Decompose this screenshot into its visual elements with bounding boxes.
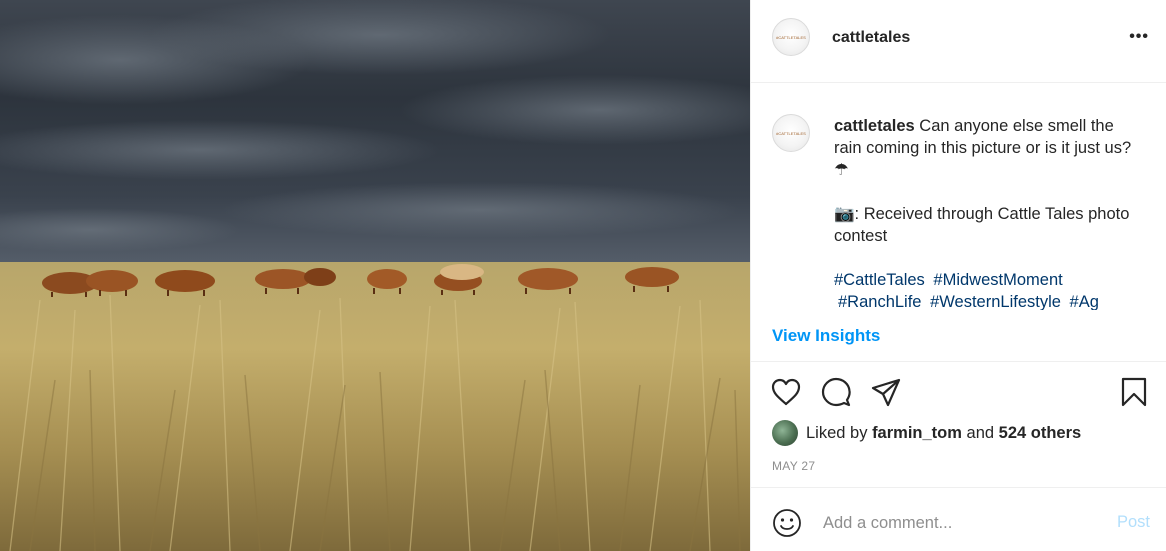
insights-bar: View Insights — [751, 310, 1166, 362]
comment-icon[interactable] — [820, 376, 852, 408]
hashtag-link[interactable]: #MidwestMoment — [933, 271, 1062, 289]
likes-count[interactable]: 524 others — [999, 424, 1082, 443]
send-icon[interactable] — [870, 376, 902, 408]
comment-input[interactable] — [821, 508, 1095, 538]
avatar-logo: #CATTLETALES — [776, 131, 806, 136]
smiley-icon[interactable] — [772, 508, 802, 538]
caption-username[interactable]: cattletales — [834, 117, 915, 135]
post-side-panel: #CATTLETALES cattletales ••• #CATTLETALE… — [750, 0, 1166, 551]
hashtag-link[interactable]: #CattleTales — [834, 271, 925, 289]
caption-text: cattletales Can anyone else smell the ra… — [834, 115, 1134, 310]
hashtag-link[interactable]: #WesternLifestyle — [930, 293, 1061, 310]
likes-middle: and — [966, 423, 995, 442]
svg-text:#CATTLETALES: #CATTLETALES — [776, 131, 806, 136]
post-photo[interactable] — [0, 0, 750, 551]
svg-text:#CATTLETALES: #CATTLETALES — [776, 35, 806, 40]
caption-avatar[interactable]: #CATTLETALES — [772, 114, 810, 152]
post-comment-button[interactable]: Post — [1117, 513, 1150, 532]
avatar-logo: #CATTLETALES — [776, 35, 806, 40]
liker-username[interactable]: farmin_tom — [872, 424, 962, 443]
action-bar — [751, 362, 1166, 422]
view-insights-link[interactable]: View Insights — [772, 326, 880, 346]
post-date[interactable]: MAY 27 — [772, 459, 815, 473]
profile-avatar[interactable]: #CATTLETALES — [772, 18, 810, 56]
hashtag-link[interactable]: #Ag — [1070, 293, 1099, 310]
caption-line-2: 📷: Received through Cattle Tales photo c… — [834, 205, 1130, 245]
post-username[interactable]: cattletales — [832, 29, 910, 47]
hashtag-link[interactable]: #RanchLife — [838, 293, 921, 310]
comment-bar: Post — [751, 487, 1166, 551]
instagram-post-view: #CATTLETALES cattletales ••• #CATTLETALE… — [0, 0, 1166, 551]
caption-section: #CATTLETALES cattletales Can anyone else… — [751, 83, 1166, 310]
bookmark-icon[interactable] — [1118, 376, 1150, 408]
more-options-icon[interactable]: ••• — [1129, 28, 1149, 46]
likes-prefix: Liked by — [806, 423, 868, 442]
post-header: #CATTLETALES cattletales ••• — [751, 0, 1166, 83]
heart-icon[interactable] — [770, 376, 802, 408]
likes-summary: Liked by farmin_tom and 524 others — [772, 420, 1081, 446]
liker-avatar[interactable] — [772, 420, 798, 446]
